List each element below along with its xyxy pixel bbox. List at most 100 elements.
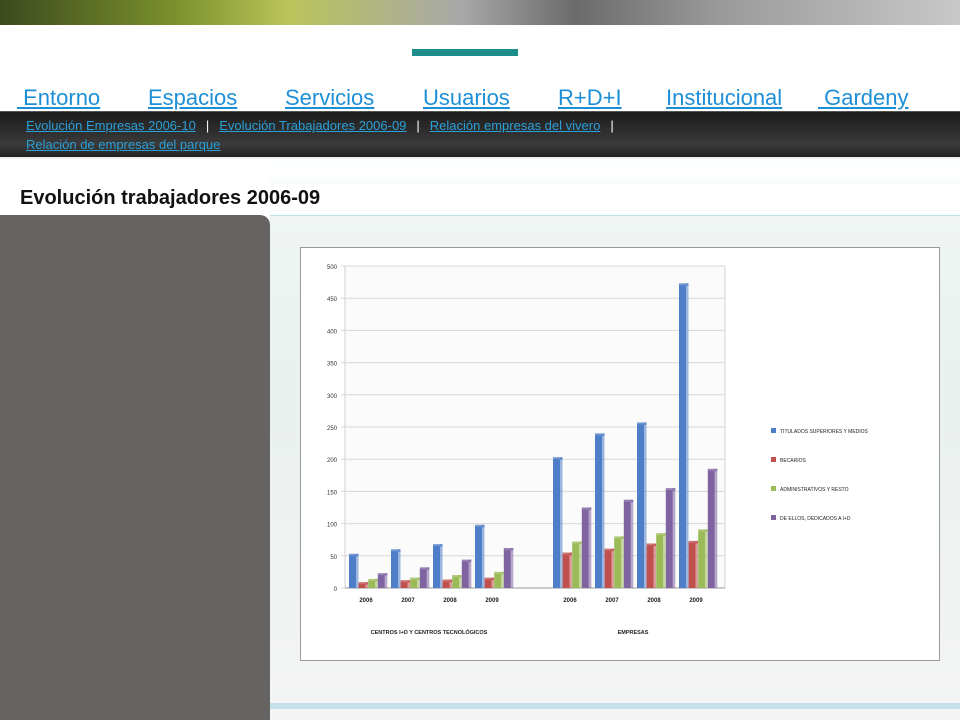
bar-side: [440, 544, 443, 588]
bar-top: [475, 524, 485, 528]
bar: [368, 580, 376, 588]
page-title: Evolución trabajadores 2006-09: [20, 187, 321, 209]
bar-side: [602, 433, 605, 588]
y-tick-label: 0: [334, 587, 338, 593]
bar-top: [595, 433, 605, 436]
nav-servicios[interactable]: Servicios: [285, 85, 374, 111]
bar-top: [377, 573, 388, 576]
header-banner: [0, 0, 960, 25]
bar-top: [698, 529, 708, 532]
bar-top: [484, 577, 495, 581]
subnav-separator: |: [205, 118, 210, 133]
subnav-link-evolucion-empresas[interactable]: Evolución Empresas 2006-10: [26, 118, 196, 133]
x-tick-label: 2009: [485, 598, 499, 604]
legend-swatch: [771, 515, 776, 520]
x-tick-label: 2008: [647, 598, 661, 604]
bar: [637, 424, 644, 588]
bar: [452, 577, 460, 588]
bar-side: [653, 543, 657, 588]
bar-top: [349, 553, 359, 557]
bar-side: [569, 552, 573, 588]
bar-side: [630, 499, 634, 588]
bar-top: [637, 422, 647, 425]
bar-side: [686, 283, 689, 588]
bar-top: [665, 488, 676, 491]
bar: [707, 470, 715, 588]
bar-top: [433, 544, 443, 547]
bar-top: [679, 283, 689, 286]
subnav-link-relacion-vivero[interactable]: Relación empresas del vivero: [430, 118, 601, 133]
bar: [553, 459, 560, 588]
bar: [400, 582, 408, 588]
bar-side: [398, 549, 401, 588]
bar-top: [572, 541, 582, 545]
bar-top: [646, 543, 657, 546]
x-tick-label: 2009: [689, 598, 703, 604]
bar-side: [714, 468, 718, 588]
bar-top: [623, 499, 634, 503]
subnav-link-evolucion-trabajadores[interactable]: Evolución Trabajadores 2006-09: [219, 118, 406, 133]
bar-top: [707, 468, 718, 472]
bar-top: [400, 580, 411, 583]
bar-top: [452, 575, 462, 578]
y-tick-label: 50: [330, 555, 337, 561]
bar: [623, 501, 631, 588]
legend-label: BECARIOS: [780, 458, 807, 464]
bar-top: [604, 548, 615, 552]
bar-side: [356, 553, 359, 588]
bar-side: [579, 541, 582, 588]
group-label: EMPRESAS: [618, 630, 649, 636]
sub-nav: Evolución Empresas 2006-10 | Evolución Tra…: [0, 111, 960, 159]
x-tick-label: 2008: [443, 598, 457, 604]
nav-rdi[interactable]: R+D+I: [558, 85, 622, 111]
bar: [503, 550, 511, 588]
nav-entorno[interactable]: Entorno: [17, 85, 100, 111]
bar-chart: 0 50 100 150 200 250 300 350 400 450 500 2006 2007 20…: [327, 265, 869, 636]
bar-top: [410, 577, 420, 581]
bar-top: [503, 548, 514, 551]
bar: [391, 551, 398, 588]
bar: [572, 543, 580, 588]
subnav-link-relacion-parque[interactable]: Relación de empresas del parque: [26, 137, 220, 152]
bar: [679, 285, 686, 588]
y-tick-label: 100: [327, 523, 338, 529]
x-tick-label: 2006: [563, 598, 577, 604]
y-tick-label: 300: [327, 394, 338, 400]
y-tick-label: 500: [327, 265, 338, 271]
bar: [494, 573, 502, 588]
bar-top: [461, 559, 472, 563]
bar-side: [663, 533, 666, 588]
nav-gardeny[interactable]: Gardeny: [818, 85, 908, 111]
legend-swatch: [771, 486, 776, 491]
bar: [581, 509, 589, 588]
nav-institucional[interactable]: Institucional: [666, 85, 782, 111]
bar-top: [562, 552, 573, 556]
bar: [442, 581, 450, 588]
bar: [656, 535, 664, 588]
x-tick-label: 2006: [359, 598, 373, 604]
bar-side: [621, 536, 624, 588]
nav-espacios[interactable]: Espacios: [148, 85, 237, 111]
title-bar: Evolución trabajadores 2006-09: [0, 157, 960, 215]
bar-side: [468, 559, 472, 588]
nav-usuarios[interactable]: Usuarios: [423, 85, 510, 111]
bar: [419, 569, 427, 588]
bar-top: [581, 507, 592, 510]
y-tick-label: 350: [327, 362, 338, 368]
bar-top: [614, 536, 624, 539]
group-label: CENTROS I+D Y CENTROS TECNOLÓGICOS: [371, 628, 488, 636]
bar-side: [482, 524, 485, 588]
bar: [377, 575, 385, 588]
bar-top: [688, 540, 699, 544]
sidebar-panel: [0, 215, 270, 720]
active-tab-indicator: [412, 49, 518, 56]
bar: [646, 545, 654, 588]
bar-top: [391, 549, 401, 552]
chart-image: 0 50 100 150 200 250 300 350 400 450 500 2006 2007 20…: [300, 247, 940, 661]
y-tick-label: 250: [327, 426, 338, 432]
bar: [484, 579, 492, 588]
y-tick-label: 200: [327, 458, 338, 464]
bar: [358, 584, 366, 588]
bar-top: [656, 533, 666, 536]
x-tick-label: 2007: [605, 598, 619, 604]
